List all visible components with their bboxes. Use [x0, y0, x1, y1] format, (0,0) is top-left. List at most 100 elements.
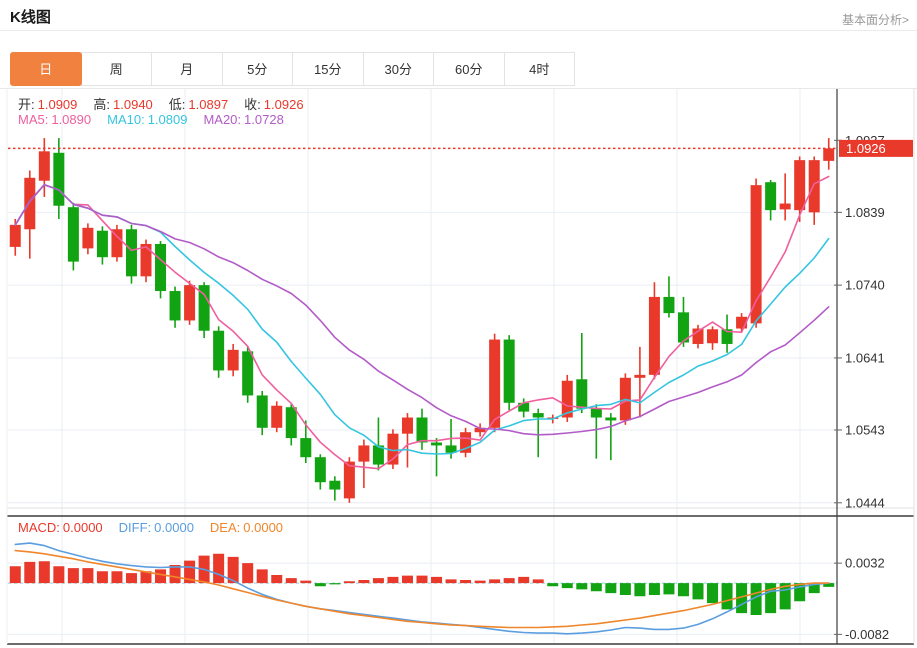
macd-hist-bar-positive [38, 561, 50, 584]
ma20-value: MA20: 1.0728 [203, 112, 284, 127]
macd-hist-bar-negative [721, 583, 733, 610]
macd-hist-bar-negative [634, 583, 646, 597]
macd-hist-bar-negative [561, 583, 573, 589]
candle-down [431, 442, 443, 446]
candle-up [648, 296, 660, 375]
price-axis-label: 1.0740 [845, 278, 885, 293]
candle-up [24, 177, 36, 230]
candle-up [9, 224, 21, 247]
candle-down [242, 351, 254, 396]
macd-hist-bar-negative [576, 583, 588, 590]
candle-down [213, 330, 225, 371]
candle-up [140, 243, 152, 277]
candle-up [271, 405, 283, 428]
candle-down [256, 395, 268, 428]
ma5-value: MA5: 1.0890 [18, 112, 92, 127]
candle-up [82, 227, 94, 249]
candle-up [227, 349, 239, 371]
macd-hist-bar-negative [648, 583, 660, 595]
candle-down [169, 291, 181, 321]
macd-hist-bar-negative [590, 583, 602, 592]
candle-down [285, 407, 297, 439]
macd-hist-bar-positive [53, 566, 65, 584]
macd-hist-bar-positive [9, 566, 21, 584]
candle-up [343, 461, 355, 499]
macd-hist-bar-positive [387, 576, 399, 584]
candle-up [707, 329, 719, 344]
dea-line [14, 549, 830, 629]
current-price-badge-text: 1.0926 [846, 141, 886, 156]
ma10-value: MA10: 1.0809 [107, 112, 188, 127]
candle-down [125, 229, 137, 277]
macd-hist-bar-positive [503, 578, 515, 584]
ma20-line [14, 183, 830, 436]
candle-up [358, 445, 370, 462]
macd-hist-bar-negative [605, 583, 617, 594]
candle-down [416, 417, 428, 443]
macd-hist-bar-positive [532, 579, 544, 584]
macd-hist-bar-positive [125, 573, 137, 584]
candle-up [111, 229, 123, 258]
candle-up [779, 203, 791, 210]
macd-hist-bar-negative [707, 583, 719, 604]
macd-value: MACD: 0.0000 [18, 520, 103, 535]
macd-hist-bar-positive [271, 575, 283, 584]
macd-hist-bar-positive [82, 568, 94, 584]
dea-value: DEA: 0.0000 [209, 520, 284, 535]
candle-down [300, 438, 312, 458]
candle-down [155, 243, 167, 292]
macd-hist-bar-negative [663, 583, 675, 595]
macd-hist-bar-positive [256, 569, 268, 584]
macd-hist-bar-positive [372, 578, 384, 584]
macd-hist-bar-positive [518, 576, 530, 584]
price-axis-label: 1.0839 [845, 205, 885, 220]
macd-hist-bar-negative [692, 583, 704, 600]
candle-down [329, 480, 341, 490]
candle-down [67, 207, 79, 262]
macd-hist-bar-positive [24, 561, 36, 584]
close-value: 收: 1.0926 [244, 97, 304, 112]
macd-hist-bar-positive [67, 568, 79, 584]
high-value: 高: 1.0940 [93, 97, 153, 112]
candle-down [53, 152, 65, 206]
candle-down [314, 457, 326, 483]
macd-hist-bar-positive [213, 553, 225, 584]
candle-up [489, 339, 501, 428]
price-axis-label: 1.0543 [845, 423, 885, 438]
candle-up [823, 148, 835, 161]
ma-legend: MA5: 1.0890 MA10: 1.0809 MA20: 1.0728 [18, 112, 300, 127]
macd-hist-bar-positive [242, 563, 254, 584]
candle-down [532, 413, 544, 418]
ohlc-legend: 开: 1.0909 高: 1.0940 低: 1.0897 收: 1.0926 [18, 94, 320, 113]
macd-axis-label: 0.0032 [845, 556, 885, 571]
macd-hist-bar-positive [300, 580, 312, 584]
macd-hist-bar-positive [358, 580, 370, 584]
candle-down [576, 379, 588, 409]
macd-axis-label: -0.0082 [845, 627, 889, 642]
candle-down [765, 182, 777, 211]
open-value: 开: 1.0909 [18, 97, 78, 112]
macd-hist-bar-positive [489, 579, 501, 584]
macd-hist-bar-negative [329, 583, 341, 585]
macd-hist-bar-positive [445, 579, 457, 584]
low-value: 低: 1.0897 [168, 97, 229, 112]
macd-hist-bar-positive [155, 569, 167, 584]
macd-hist-bar-positive [401, 575, 413, 584]
macd-hist-bar-negative [314, 583, 326, 587]
macd-hist-bar-positive [431, 576, 443, 584]
diff-line [14, 542, 830, 635]
macd-legend: MACD: 0.0000 DIFF: 0.0000 DEA: 0.0000 [18, 520, 299, 535]
macd-hist-bar-positive [416, 575, 428, 584]
candle-up [634, 374, 646, 378]
candle-up [750, 185, 762, 324]
candle-up [808, 160, 820, 213]
macd-hist-bar-positive [474, 580, 486, 584]
tab-day[interactable]: 日 [10, 52, 82, 86]
macd-hist-bar-positive [96, 571, 108, 584]
price-axis-label: 1.0444 [845, 495, 885, 510]
macd-hist-bar-positive [460, 580, 472, 584]
macd-hist-bar-positive [111, 571, 123, 584]
macd-hist-bar-negative [677, 583, 689, 597]
candle-up [401, 417, 413, 434]
candle-down [96, 230, 108, 258]
